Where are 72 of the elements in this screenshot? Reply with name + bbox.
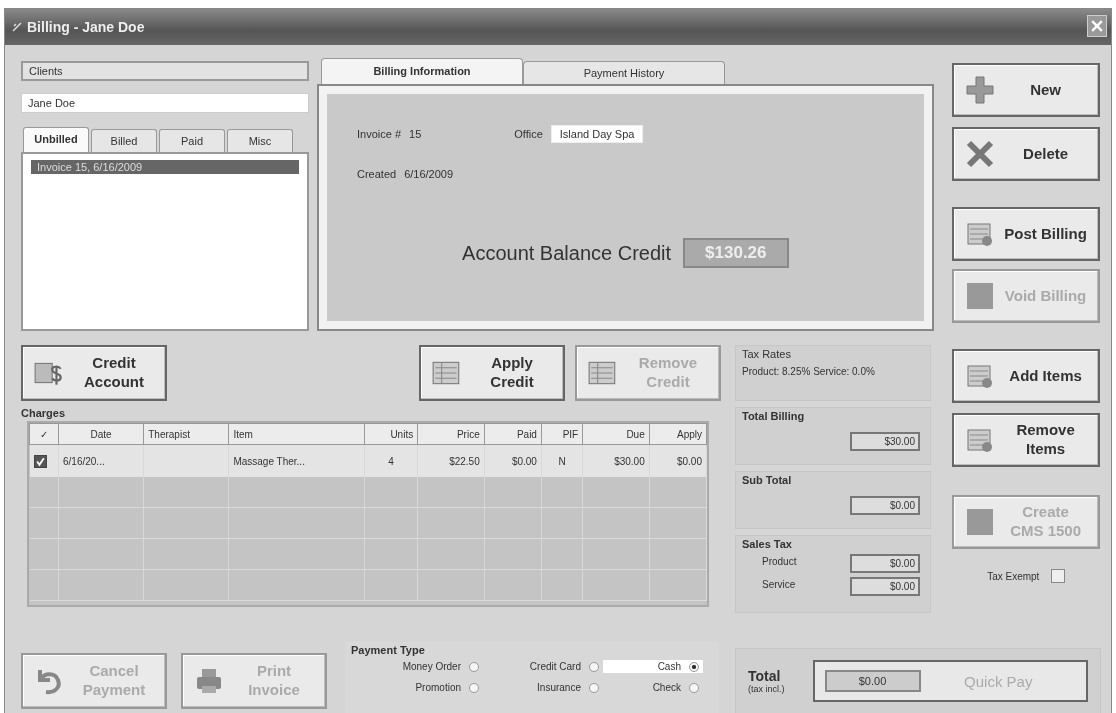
total-billing-label: Total Billing	[742, 410, 806, 422]
invoice-tab[interactable]: Unbilled	[23, 127, 89, 152]
table-cell: 6/16/20...	[58, 444, 144, 477]
column-header[interactable]: Date	[58, 423, 144, 445]
sub-total-field: $0.00	[850, 496, 920, 515]
tax-note: (tax incl.)	[748, 684, 785, 694]
charges-label: Charges	[21, 407, 67, 419]
payment-option[interactable]: Credit Card	[483, 660, 603, 673]
sub-total-label: Sub Total	[742, 474, 793, 486]
table-cell: N	[541, 444, 583, 477]
close-button[interactable]	[1087, 15, 1107, 37]
table-cell: $22.50	[417, 444, 485, 477]
table-cell: $30.00	[582, 444, 650, 477]
tax-rates-text: Product: 8.25% Service: 0.0%	[742, 366, 876, 377]
column-header[interactable]: PIF	[541, 423, 583, 445]
column-header[interactable]: Item	[228, 423, 365, 445]
table-cell: 4	[364, 444, 418, 477]
column-header[interactable]: Due	[582, 423, 650, 445]
service-label: Service	[762, 579, 796, 590]
total-field: $0.00	[824, 670, 921, 692]
office-label: Office	[514, 128, 543, 140]
payment-option[interactable]: Money Order	[363, 660, 483, 673]
remove-button[interactable]: Remove Items	[951, 413, 1100, 467]
close-icon	[1091, 20, 1103, 32]
delete-button[interactable]: Delete	[951, 127, 1100, 181]
new-button[interactable]: New	[951, 63, 1100, 117]
table-cell: $0.00	[649, 444, 707, 477]
tax-rates-label: Tax Rates	[742, 348, 792, 360]
payment-option[interactable]: Insurance	[483, 681, 603, 694]
billing-tab[interactable]: Billing Information	[321, 58, 523, 84]
plus-icon	[963, 75, 996, 105]
client-field[interactable]: Jane Doe	[21, 93, 309, 113]
post-button[interactable]: Post Billing	[951, 207, 1100, 261]
total-label: Total	[748, 668, 782, 684]
app-icon	[11, 21, 23, 33]
payment-option[interactable]: Check	[603, 681, 703, 694]
invoice-number: 15	[409, 128, 422, 140]
credit-button[interactable]: Credit Account	[21, 345, 167, 401]
invoice-tab[interactable]: Billed	[91, 129, 157, 152]
table-cell: Massage Ther...	[228, 444, 365, 477]
office-field[interactable]: Island Day Spa	[550, 125, 644, 143]
column-header[interactable]: Price	[417, 423, 485, 445]
clients-label: Clients	[21, 61, 309, 81]
created-date: 6/16/2009	[404, 168, 454, 180]
invoice-item[interactable]: Invoice 15, 6/16/2009	[31, 160, 299, 174]
total-billing-field: $30.00	[850, 432, 920, 451]
invoice-label: Invoice #	[357, 128, 402, 140]
column-header[interactable]: ✓	[29, 423, 59, 445]
invoice-tab[interactable]: Paid	[159, 129, 225, 152]
column-header[interactable]: Units	[364, 423, 418, 445]
sales-tax-label: Sales Tax	[742, 538, 793, 550]
column-header[interactable]: Therapist	[143, 423, 229, 445]
window-title: Billing - Jane Doe	[27, 19, 146, 35]
payment-option[interactable]: Promotion	[363, 681, 483, 694]
apply-button[interactable]: Apply Credit	[419, 345, 565, 401]
tax-exempt-label: Tax Exempt	[987, 570, 1040, 582]
tax-exempt-checkbox[interactable]	[1051, 569, 1066, 583]
column-header[interactable]: Paid	[484, 423, 542, 445]
product-tax-field: $0.00	[850, 554, 920, 573]
table-cell: $0.00	[484, 444, 542, 477]
invoice-tab[interactable]: Misc	[227, 129, 293, 152]
row-checkbox[interactable]	[33, 454, 47, 468]
add-button[interactable]: Add Items	[951, 349, 1100, 403]
created-label: Created	[357, 168, 397, 180]
billing-tab[interactable]: Payment History	[523, 61, 725, 84]
service-tax-field: $0.00	[850, 577, 920, 596]
balance-label: Account Balance Credit	[462, 241, 672, 265]
product-label: Product	[762, 556, 797, 567]
payment-option[interactable]: Cash	[603, 660, 703, 673]
payment-type-label: Payment Type	[351, 644, 426, 656]
balance-field: $130.26	[683, 238, 789, 268]
column-header[interactable]: Apply	[649, 423, 707, 445]
